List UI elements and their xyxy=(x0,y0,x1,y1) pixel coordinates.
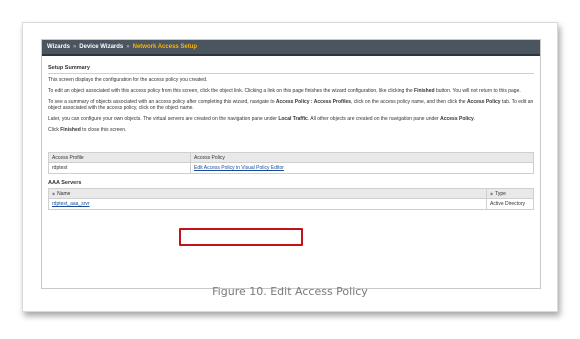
intro-text: This screen displays the configuration f… xyxy=(48,77,208,83)
breadcrumb: Wizards» Device Wizards» Network Access Se… xyxy=(42,40,540,56)
section-title-aaa-servers: AAA Servers xyxy=(48,180,82,186)
breadcrumb-middle[interactable]: Device Wizards xyxy=(79,44,123,50)
wizard-content: Setup Summary This screen displays the c… xyxy=(42,56,540,210)
highlight-box xyxy=(179,228,303,246)
column-header-type[interactable]: ◆ Type xyxy=(486,188,534,199)
access-policy-cell: Edit Access Policy in Visual Policy Edit… xyxy=(190,162,534,174)
section-title-setup-summary: Setup Summary xyxy=(48,62,534,74)
aaa-servers-table: ◆ Name ◆ Type rdptest_aaa_srvr Active Dire… xyxy=(48,188,534,210)
breadcrumb-separator: » xyxy=(72,44,77,50)
breadcrumb-root[interactable]: Wizards xyxy=(47,44,70,50)
column-header-name[interactable]: ◆ Name xyxy=(48,188,487,199)
sort-icon: ◆ xyxy=(52,190,56,196)
column-header-access-profile: Access Profile xyxy=(48,152,191,163)
server-type-cell: Active Directory xyxy=(486,198,534,210)
wizard-frame: Wizards» Device Wizards» Network Access Se… xyxy=(41,39,541,289)
later-config-text: Later, you can configure your own object… xyxy=(48,116,476,122)
table-row: rdptest Edit Access Policy in Visual Pol… xyxy=(48,162,534,174)
sort-icon: ◆ xyxy=(490,190,494,196)
edit-object-text: To edit an object associated with this a… xyxy=(48,88,521,94)
breadcrumb-separator: » xyxy=(126,44,130,50)
finish-instruction-text: Click Finished to close this screen. xyxy=(48,127,127,133)
access-profile-cell: rdptest xyxy=(48,162,191,174)
breadcrumb-current: Network Access Setup xyxy=(132,44,198,50)
summary-navigation-text: To see a summary of objects associated w… xyxy=(48,99,534,111)
aaa-server-link[interactable]: rdptest_aaa_srvr xyxy=(52,201,90,207)
figure-card: Wizards» Device Wizards» Network Access Se… xyxy=(22,22,558,312)
figure-caption: Figure 10. Edit Access Policy xyxy=(212,285,368,298)
server-name-cell: rdptest_aaa_srvr xyxy=(48,198,487,210)
access-table: Access Profile Access Policy rdptest Edi… xyxy=(48,152,534,174)
column-header-access-policy: Access Policy xyxy=(190,152,534,163)
table-row: rdptest_aaa_srvr Active Directory xyxy=(48,198,534,210)
edit-access-policy-link[interactable]: Edit Access Policy in Visual Policy Edit… xyxy=(194,165,284,171)
